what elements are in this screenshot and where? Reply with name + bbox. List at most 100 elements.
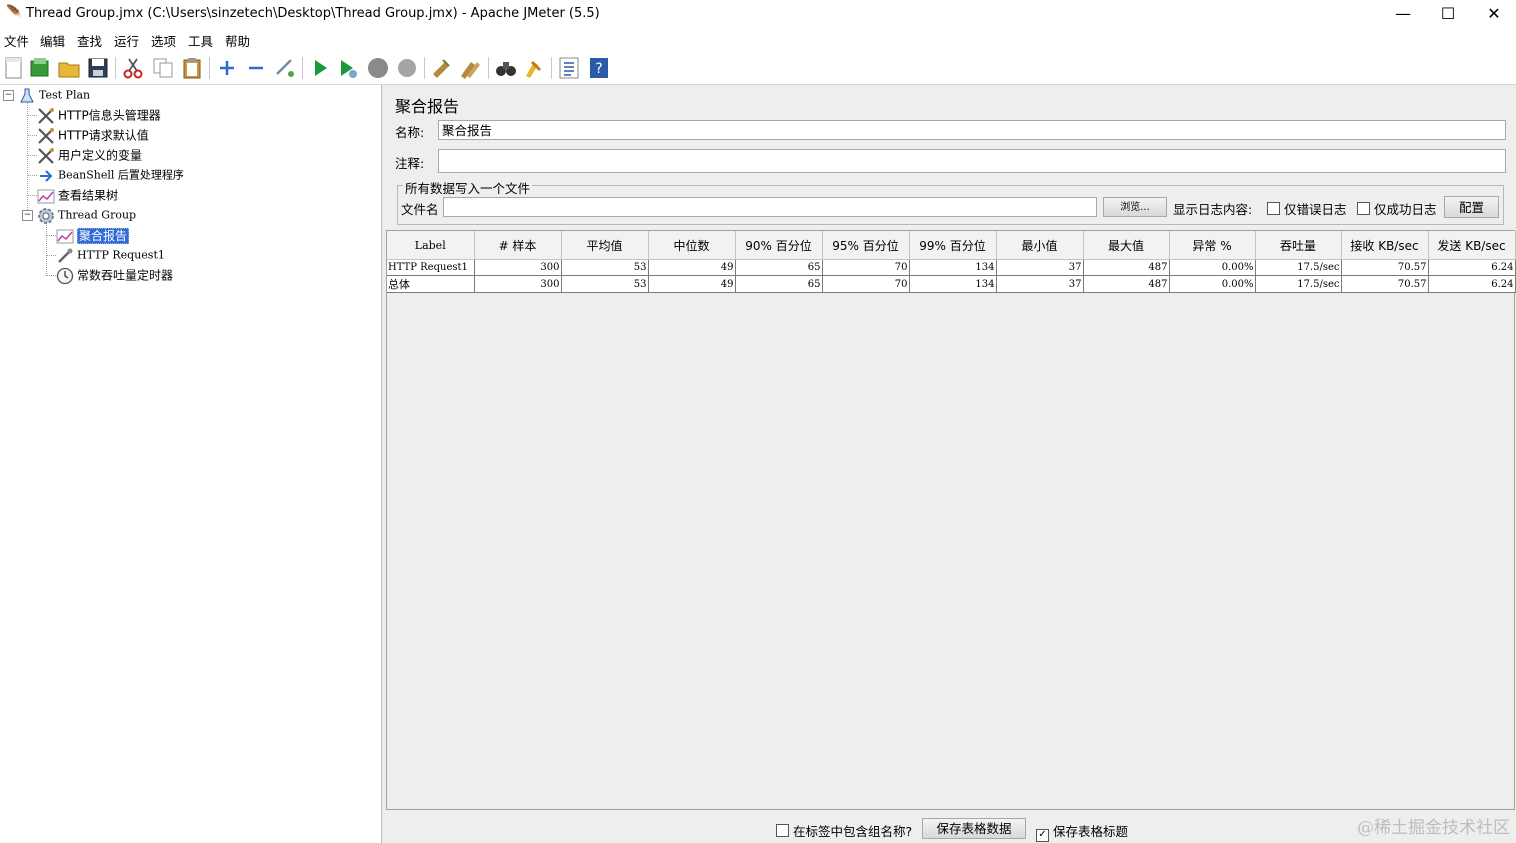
flask-icon [20, 88, 34, 102]
checkbox-box [1267, 202, 1280, 215]
name-field[interactable]: 聚合报告 [438, 120, 1506, 140]
comment-field[interactable] [438, 149, 1506, 173]
table-cell: 134 [909, 259, 997, 276]
table-cell: 总体 [387, 275, 475, 293]
start-no-pauses-icon[interactable] [336, 56, 360, 80]
col-min-header[interactable]: 最小值 [996, 231, 1084, 260]
table-row[interactable]: HTTP Request1 300 53 49 65 70 134 37 487… [387, 259, 1516, 276]
toolbar-separator [488, 57, 489, 79]
col-median-header[interactable]: 中位数 [648, 231, 736, 260]
reset-search-icon[interactable] [522, 56, 546, 80]
paste-icon[interactable] [180, 56, 204, 80]
toolbar-separator [209, 57, 210, 79]
toolbar-separator [424, 57, 425, 79]
stop-icon[interactable] [366, 56, 390, 80]
col-throughput-header[interactable]: 吞吐量 [1255, 231, 1342, 260]
configure-button[interactable]: 配置 [1444, 196, 1499, 218]
tree-item-http-request-defaults[interactable]: HTTP请求默认值 [37, 125, 149, 145]
col-90-percentile-header[interactable]: 90% 百分位 [735, 231, 823, 260]
start-icon[interactable] [308, 56, 332, 80]
include-group-name-checkbox[interactable]: 在标签中包含组名称? [776, 821, 912, 840]
expand-icon[interactable] [215, 56, 239, 80]
wrench-icon [38, 127, 54, 144]
tree-item-aggregate-report[interactable]: 聚合报告 [56, 225, 130, 245]
success-only-checkbox[interactable]: 仅成功日志 [1357, 199, 1437, 218]
menu-run[interactable]: 运行 [114, 31, 139, 50]
jmeter-feather-icon: 🪶 [6, 5, 23, 20]
table-cell: 0.00% [1169, 259, 1256, 276]
pipette-icon [58, 248, 73, 263]
save-icon[interactable] [86, 56, 110, 80]
table-cell: 49 [648, 275, 736, 293]
table-row[interactable]: 总体 300 53 49 65 70 134 37 487 0.00% 17.5… [387, 275, 1516, 293]
menu-search[interactable]: 查找 [77, 31, 102, 50]
table-cell: 70.57 [1341, 259, 1429, 276]
checkbox-box [1357, 202, 1370, 215]
log-display-label: 显示日志内容: [1173, 202, 1253, 217]
tree-item-user-defined-variables[interactable]: 用户定义的变量 [37, 145, 142, 165]
menu-help[interactable]: 帮助 [225, 31, 250, 50]
svg-text:?: ? [595, 61, 602, 77]
col-label-header[interactable]: Label [387, 231, 475, 260]
clear-icon[interactable] [429, 56, 453, 80]
col-received-kb-header[interactable]: 接收 KB/sec [1341, 231, 1429, 260]
col-99-percentile-header[interactable]: 99% 百分位 [909, 231, 997, 260]
tree-item-test-plan[interactable]: Test Plan [18, 85, 90, 105]
menu-tools[interactable]: 工具 [188, 31, 213, 50]
menu-file[interactable]: 文件 [4, 31, 29, 50]
toggle-icon[interactable] [273, 56, 297, 80]
tree-item-thread-group[interactable]: Thread Group [37, 205, 136, 225]
cut-icon[interactable] [121, 56, 145, 80]
collapse-thread-group-toggle[interactable]: − [22, 210, 33, 221]
menu-edit[interactable]: 编辑 [40, 31, 65, 50]
collapse-icon[interactable] [244, 56, 268, 80]
open-icon[interactable] [57, 56, 81, 80]
templates-icon[interactable] [28, 56, 52, 80]
maximize-button[interactable]: ☐ [1425, 0, 1471, 28]
col-95-percentile-header[interactable]: 95% 百分位 [822, 231, 910, 260]
copy-icon[interactable] [151, 56, 175, 80]
window-title: Thread Group.jmx (C:\Users\sinzetech\Des… [26, 6, 600, 21]
col-error-pct-header[interactable]: 异常 % [1169, 231, 1256, 260]
shutdown-icon[interactable] [395, 56, 419, 80]
function-helper-icon[interactable] [557, 56, 581, 80]
col-samples-header[interactable]: # 样本 [474, 231, 562, 260]
filename-label: 文件名 [401, 202, 439, 217]
tree-item-view-results-tree[interactable]: 查看结果树 [37, 185, 118, 205]
aggregate-table-area: Label # 样本 平均值 中位数 90% 百分位 95% 百分位 99% 百… [386, 230, 1516, 810]
col-sent-kb-header[interactable]: 发送 KB/sec [1428, 231, 1516, 260]
aggregate-report-panel: 聚合报告 名称: 聚合报告 注释: 所有数据写入一个文件 文件名 浏览... 显… [385, 85, 1516, 843]
tree-item-http-header-manager[interactable]: HTTP信息头管理器 [37, 105, 161, 125]
new-icon[interactable] [2, 56, 26, 80]
table-cell: 53 [561, 259, 649, 276]
gear-icon [38, 207, 54, 224]
filename-field[interactable] [443, 197, 1097, 217]
minimize-button[interactable]: — [1380, 0, 1426, 28]
table-cell: 0.00% [1169, 275, 1256, 293]
tree-item-constant-throughput-timer[interactable]: 常数吞吐量定时器 [56, 265, 173, 285]
menu-options[interactable]: 选项 [151, 31, 176, 50]
table-header-row: Label # 样本 平均值 中位数 90% 百分位 95% 百分位 99% 百… [387, 231, 1516, 260]
clear-all-icon[interactable] [458, 56, 482, 80]
title-bar: 🪶 Thread Group.jmx (C:\Users\sinzetech\D… [0, 0, 1516, 28]
search-icon[interactable] [494, 56, 518, 80]
errors-only-checkbox[interactable]: 仅错误日志 [1267, 199, 1347, 218]
tree-item-http-request1[interactable]: HTTP Request1 [56, 245, 165, 265]
checkbox-box [776, 824, 789, 837]
graph-icon [37, 189, 55, 203]
postprocessor-arrow-icon [40, 169, 53, 182]
table-cell: 487 [1083, 275, 1170, 293]
col-max-header[interactable]: 最大值 [1083, 231, 1170, 260]
help-icon[interactable]: ? [587, 56, 611, 80]
close-button[interactable]: ✕ [1471, 0, 1516, 28]
tree-item-beanshell-postprocessor[interactable]: BeanShell 后置处理程序 [37, 165, 184, 185]
table-cell: HTTP Request1 [387, 259, 475, 276]
watermark: @稀土掘金技术社区 [1357, 818, 1510, 838]
collapse-test-plan-toggle[interactable]: − [3, 90, 14, 101]
save-table-header-checkbox[interactable]: ✓ 保存表格标题 [1036, 821, 1128, 842]
save-table-data-button[interactable]: 保存表格数据 [922, 818, 1026, 839]
graph-icon [56, 229, 74, 243]
col-average-header[interactable]: 平均值 [561, 231, 649, 260]
toolbar-separator [115, 57, 116, 79]
browse-button[interactable]: 浏览... [1103, 197, 1167, 217]
